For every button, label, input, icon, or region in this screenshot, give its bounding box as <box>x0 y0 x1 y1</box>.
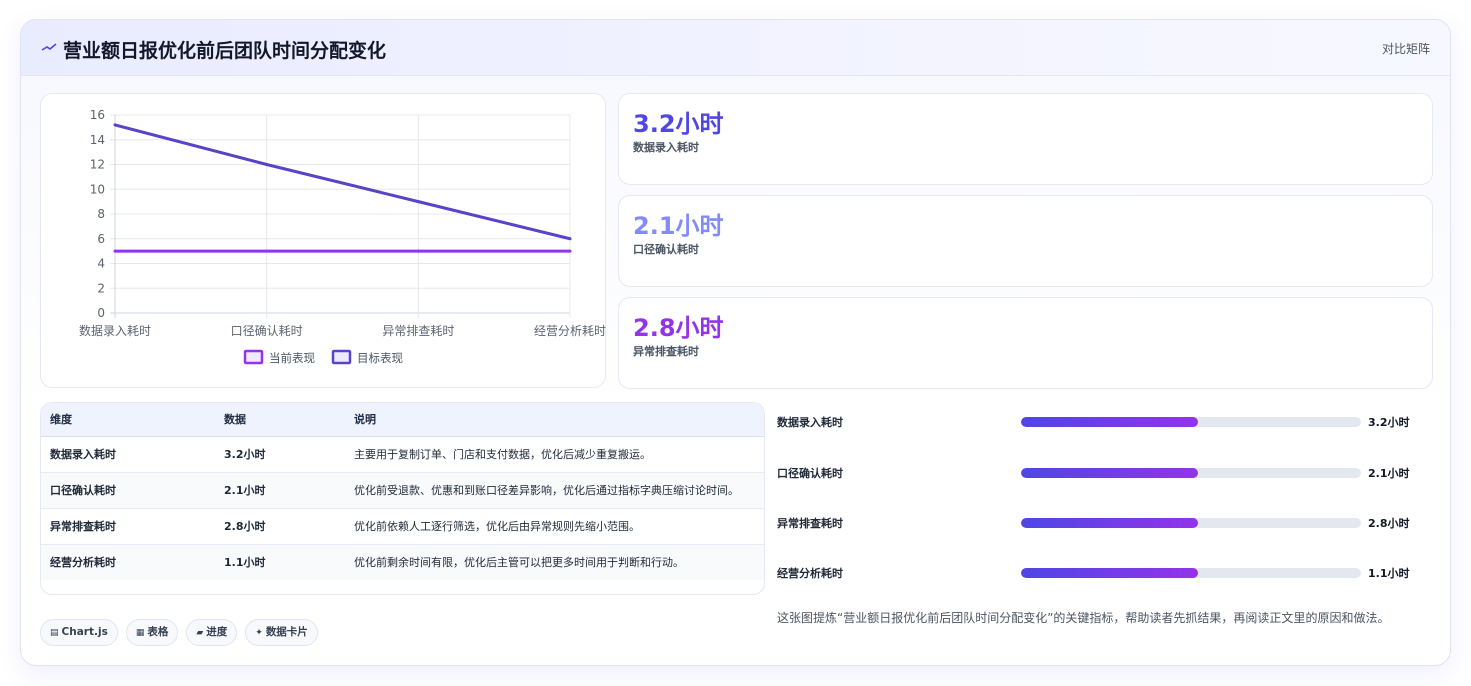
y-tick-label: 14 <box>90 133 105 147</box>
progress-value: 1.1小时 <box>1368 567 1410 580</box>
card-header: 营业额日报优化前后团队时间分配变化 对比矩阵 <box>21 20 1450 76</box>
report-card: 营业额日报优化前后团队时间分配变化 对比矩阵 0 2 4 6 8 10 12 14 16 数据录入… <box>20 19 1451 666</box>
legend-swatch <box>331 349 352 365</box>
progress-value: 2.1小时 <box>1368 467 1410 480</box>
column-header: 说明 <box>345 403 764 437</box>
legend-label: 目标表现 <box>357 351 403 365</box>
table-cell: 优化前受退款、优惠和到账口径差异影响，优化后通过指标字典压缩讨论时间。 <box>345 472 764 509</box>
progress-row: 经营分析耗时 1.1小时 <box>777 563 1433 583</box>
y-tick-label: 12 <box>90 158 105 172</box>
table-cell: 经营分析耗时 <box>41 544 215 580</box>
stat-value: 3.2小时 <box>633 110 724 138</box>
chip-label: 数据卡片 <box>265 626 308 638</box>
y-tick-label: 8 <box>97 207 105 221</box>
progress-label: 数据录入耗时 <box>777 416 843 429</box>
chip-label: 进度 <box>206 626 228 638</box>
stat-label: 口径确认耗时 <box>633 243 699 256</box>
progress-track <box>1021 568 1361 578</box>
data-point <box>113 249 117 253</box>
table-cell: 优化前剩余时间有限，优化后主管可以把更多时间用于判断和行动。 <box>345 544 764 580</box>
line-chart-panel: 0 2 4 6 8 10 12 14 16 数据录入耗时 口径确认耗时 异常排查耗时 经营分析耗时当前表… <box>40 93 606 388</box>
data-point <box>416 249 420 253</box>
table-row: 经营分析耗时 1.1小时 优化前剩余时间有限，优化后主管可以把更多时间用于判断和… <box>41 544 764 580</box>
progress-label: 口径确认耗时 <box>777 467 843 480</box>
table-cell: 3.2小时 <box>215 436 345 473</box>
table-row: 异常排查耗时 2.8小时 优化前依赖人工逐行筛选，优化后由异常规则先缩小范围。 <box>41 508 764 545</box>
table-icon: ▦ <box>135 628 145 638</box>
table-row: 数据录入耗时 3.2小时 主要用于复制订单、门店和支付数据，优化后减少重复搬运。 <box>41 436 764 473</box>
table-cell: 异常排查耗时 <box>41 508 215 545</box>
table-cell: 1.1小时 <box>215 544 345 580</box>
progress-fill <box>1021 468 1198 478</box>
progress-label: 异常排查耗时 <box>777 517 843 530</box>
stat-card-exception-check: 2.8小时 异常排查耗时 <box>618 297 1433 389</box>
chip-progress[interactable]: ▰ 进度 <box>186 619 238 646</box>
progress-row: 口径确认耗时 2.1小时 <box>777 463 1433 483</box>
data-point <box>416 200 420 204</box>
progress-track <box>1021 468 1361 478</box>
progress-row: 数据录入耗时 3.2小时 <box>777 412 1433 432</box>
y-tick-label: 4 <box>97 257 105 271</box>
table-header-row: 维度 数据 说明 <box>41 403 764 437</box>
column-header: 数据 <box>215 403 345 437</box>
chip-data-card[interactable]: ✦ 数据卡片 <box>245 619 318 646</box>
data-point <box>568 249 572 253</box>
stat-label: 数据录入耗时 <box>633 141 699 154</box>
stat-card-caliber-confirm: 2.1小时 口径确认耗时 <box>618 195 1433 287</box>
tag-chips: ▤ Chart.js ▦ 表格 ▰ 进度 ✦ 数据卡片 <box>40 619 326 647</box>
progress-track <box>1021 518 1361 528</box>
progress-fill <box>1021 568 1198 578</box>
y-tick-label: 10 <box>90 182 105 196</box>
page-title: 营业额日报优化前后团队时间分配变化 <box>63 40 387 62</box>
progress-value: 3.2小时 <box>1368 416 1410 429</box>
progress-track <box>1021 417 1361 427</box>
table-cell: 2.1小时 <box>215 472 345 509</box>
trend-line-icon <box>41 43 57 51</box>
stat-card-data-entry: 3.2小时 数据录入耗时 <box>618 93 1433 185</box>
y-tick-label: 2 <box>97 281 105 295</box>
table-row: 口径确认耗时 2.1小时 优化前受退款、优惠和到账口径差异影响，优化后通过指标字… <box>41 472 764 509</box>
table-cell: 主要用于复制订单、门店和支付数据，优化后减少重复搬运。 <box>345 436 764 473</box>
progress-label: 经营分析耗时 <box>777 567 843 580</box>
table-cell: 2.8小时 <box>215 508 345 545</box>
summary-caption: 这张图提炼“营业额日报优化前后团队时间分配变化”的关键指标，帮助读者先抓结果，再… <box>777 611 1390 625</box>
progress-value: 2.8小时 <box>1368 517 1410 530</box>
data-point <box>265 163 269 166</box>
x-tick-label: 经营分析耗时 <box>534 324 606 338</box>
data-table: 维度 数据 说明 数据录入耗时 3.2小时 主要用于复制订单、门店和支付数据，优… <box>40 402 765 595</box>
progress-icon: ▰ <box>196 628 204 638</box>
line-chart: 0 2 4 6 8 10 12 14 16 数据录入耗时 口径确认耗时 异常排查耗时 经营分析耗时当前表… <box>79 108 606 365</box>
legend-label: 当前表现 <box>269 351 315 365</box>
data-point <box>113 123 117 127</box>
chart-icon: ▤ <box>50 628 59 638</box>
chip-table[interactable]: ▦ 表格 <box>125 619 179 646</box>
table-cell: 口径确认耗时 <box>41 472 215 509</box>
y-tick-label: 16 <box>90 108 105 122</box>
x-tick-label: 数据录入耗时 <box>79 323 151 338</box>
chip-label: Chart.js <box>61 626 108 638</box>
series-line-2 <box>114 123 571 241</box>
data-point <box>568 237 572 241</box>
table-cell: 优化前依赖人工逐行筛选，优化后由异常规则先缩小范围。 <box>345 508 764 545</box>
stat-label: 异常排查耗时 <box>633 345 699 358</box>
table-cell: 数据录入耗时 <box>41 436 215 473</box>
progress-row: 异常排查耗时 2.8小时 <box>777 513 1433 533</box>
chip-chartjs[interactable]: ▤ Chart.js <box>40 619 118 646</box>
sparkle-icon: ✦ <box>255 628 263 638</box>
compare-matrix-link[interactable]: 对比矩阵 <box>1382 40 1430 57</box>
stat-value: 2.1小时 <box>633 212 724 240</box>
data-point <box>265 249 269 253</box>
progress-fill <box>1021 417 1198 427</box>
column-header: 维度 <box>41 403 215 437</box>
x-tick-label: 口径确认耗时 <box>231 324 303 338</box>
stat-value: 2.8小时 <box>633 314 724 342</box>
x-tick-label: 异常排查耗时 <box>382 324 454 338</box>
y-tick-label: 6 <box>97 232 105 246</box>
chip-label: 表格 <box>147 626 169 638</box>
y-tick-label: 0 <box>97 306 105 320</box>
legend-swatch <box>243 349 264 365</box>
progress-fill <box>1021 518 1198 528</box>
